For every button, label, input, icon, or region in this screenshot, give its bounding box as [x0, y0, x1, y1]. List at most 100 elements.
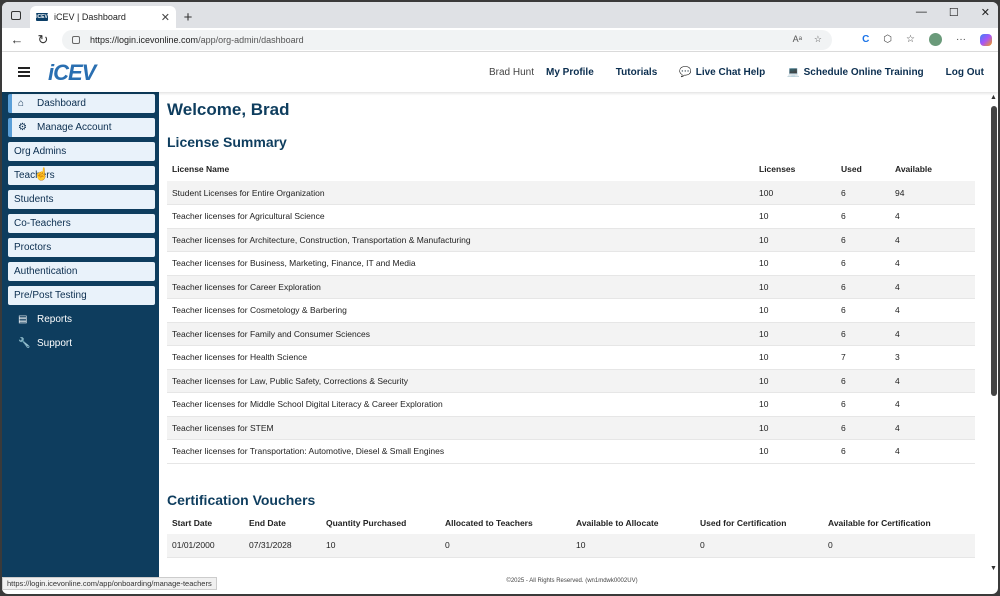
table-cell: 0 — [823, 533, 975, 558]
table-row: 01/01/2000 07/31/2028 10 0 10 0 0 — [167, 533, 975, 558]
table-cell: 01/01/2000 — [167, 533, 244, 558]
table-cell: 10 — [754, 345, 836, 370]
column-header: License Name — [172, 164, 230, 174]
table-cell: 10 — [754, 416, 836, 440]
table-cell: 10 — [754, 392, 836, 417]
table-cell: Teacher licenses for Middle School Digit… — [167, 392, 754, 417]
table-row: Teacher licenses for Agricultural Scienc… — [167, 204, 975, 229]
table-cell: 4 — [890, 298, 975, 323]
maximize-icon[interactable]: ☐ — [949, 6, 959, 19]
url-input[interactable]: https://login.icevonline.com/app/org-adm… — [62, 29, 832, 50]
live-chat-link[interactable]: 💬 Live Chat Help — [679, 67, 765, 78]
table-cell: 6 — [836, 416, 890, 440]
table-row: Teacher licenses for Middle School Digit… — [167, 392, 975, 417]
extensions-icon[interactable]: ⬡ — [883, 34, 892, 45]
extension-c-icon[interactable]: C — [862, 34, 869, 45]
live-chat-label: Live Chat Help — [695, 66, 766, 78]
user-name: Brad Hunt — [488, 66, 534, 78]
table-row: Teacher licenses for Career Exploration 1… — [167, 275, 975, 299]
welcome-heading: Welcome, Brad — [167, 100, 290, 119]
table-cell: Teacher licenses for Business, Marketing… — [167, 251, 754, 276]
close-window-icon[interactable]: ✕ — [981, 6, 990, 19]
sidebar-item-co-teachers[interactable]: Co-Teachers — [8, 214, 155, 233]
favorites-icon[interactable]: ☆ — [906, 34, 915, 45]
tutorials-link[interactable]: Tutorials — [616, 67, 657, 78]
sidebar-item-authentication[interactable]: Authentication — [8, 262, 155, 281]
scroll-up-icon[interactable]: ▲ — [990, 94, 997, 101]
sidebar-item-dashboard[interactable]: ⌂ Dashboard — [8, 94, 155, 113]
table-cell: 6 — [836, 251, 890, 276]
column-header: Used for Certification — [700, 517, 787, 528]
table-cell: Student Licenses for Entire Organization — [167, 181, 754, 205]
app-header: iCEV Brad Hunt My Profile Tutorials 💬 Liv… — [2, 52, 998, 92]
license-table: License Name Licenses Used Available Studen… — [167, 164, 975, 464]
read-aloud-icon[interactable]: Aᵃ — [793, 34, 802, 45]
new-tab-button[interactable]: + — [176, 6, 200, 28]
my-profile-link[interactable]: My Profile — [546, 67, 594, 78]
column-header: Available to Allocate — [576, 517, 659, 528]
table-cell: 4 — [890, 439, 975, 464]
logout-link[interactable]: Log Out — [946, 67, 984, 78]
table-cell: 4 — [890, 275, 975, 299]
profile-avatar[interactable] — [929, 33, 942, 46]
table-cell: 10 — [754, 204, 836, 229]
table-cell: 0 — [440, 533, 571, 558]
header-nav: Brad Hunt My Profile Tutorials 💬 Live Cha… — [489, 52, 984, 92]
sidebar: ⌂ Dashboard ⚙ Manage Account Org Admins Te… — [2, 90, 159, 578]
table-cell: 0 — [695, 533, 823, 558]
copilot-icon[interactable] — [980, 33, 992, 46]
home-icon: ⌂ — [18, 98, 25, 109]
table-cell: 6 — [836, 298, 890, 323]
table-row: Teacher licenses for Architecture, Const… — [167, 228, 975, 252]
sidebar-item-label: Proctors — [14, 242, 52, 253]
sidebar-item-teachers[interactable]: Teachers ☝ — [8, 166, 155, 185]
site-info-icon[interactable] — [72, 35, 80, 44]
browser-tab[interactable]: iCEV iCEV | Dashboard ✕ — [30, 6, 176, 28]
sidebar-item-label: Manage Account — [37, 122, 112, 133]
icev-logo[interactable]: iCEV — [48, 60, 96, 86]
table-cell: Teacher licenses for Career Exploration — [167, 275, 754, 299]
sidebar-item-org-admins[interactable]: Org Admins — [8, 142, 155, 161]
tab-actions-icon — [11, 10, 21, 20]
table-cell: 10 — [754, 369, 836, 393]
logo-text: iCEV — [48, 60, 96, 85]
table-cell: 6 — [836, 392, 890, 417]
schedule-training-link[interactable]: 💻 Schedule Online Training — [787, 67, 923, 78]
minimize-icon[interactable]: — — [916, 6, 927, 19]
sidebar-item-manage-account[interactable]: ⚙ Manage Account — [8, 118, 155, 137]
tab-actions-button[interactable] — [2, 2, 30, 28]
window-controls: — ☐ ✕ — [916, 6, 990, 19]
table-cell: 10 — [571, 533, 695, 558]
sidebar-item-pre-post-testing[interactable]: Pre/Post Testing — [8, 286, 155, 305]
more-menu-icon[interactable]: ··· — [956, 34, 966, 45]
sidebar-item-support[interactable]: 🔧 Support — [8, 334, 155, 353]
page-scrollbar[interactable]: ▲ ▼ — [990, 94, 998, 572]
chat-icon: 💬 — [679, 66, 692, 78]
table-row: Teacher licenses for Health Science 10 7 3 — [167, 345, 975, 370]
schedule-training-label: Schedule Online Training — [803, 66, 924, 78]
table-cell: Teacher licenses for Family and Consumer… — [167, 322, 754, 346]
license-summary-heading: License Summary — [167, 134, 287, 150]
table-cell: Teacher licenses for Law, Public Safety,… — [167, 369, 754, 393]
favorite-star-icon[interactable]: ☆ — [814, 34, 822, 45]
tab-close-icon[interactable]: ✕ — [161, 11, 170, 24]
sidebar-item-label: Org Admins — [14, 146, 67, 157]
scrollbar-thumb[interactable] — [991, 106, 997, 396]
back-icon[interactable]: ← — [6, 32, 28, 47]
sidebar-item-reports[interactable]: ▤ Reports — [8, 310, 155, 329]
hamburger-menu-icon[interactable] — [18, 67, 30, 77]
table-cell: 10 — [754, 298, 836, 323]
url-path: /app/org-admin/dashboard — [198, 34, 304, 45]
table-row: Teacher licenses for Cosmetology & Barbe… — [167, 298, 975, 323]
table-cell: 6 — [836, 275, 890, 299]
account-settings-icon: ⚙ — [18, 122, 27, 133]
tab-title: iCEV | Dashboard — [54, 12, 126, 22]
scroll-down-icon[interactable]: ▼ — [990, 565, 997, 572]
table-cell: Teacher licenses for STEM — [167, 416, 754, 440]
sidebar-item-students[interactable]: Students — [8, 190, 155, 209]
sidebar-item-proctors[interactable]: Proctors — [8, 238, 155, 257]
table-cell: 4 — [890, 204, 975, 229]
table-cell: 4 — [890, 392, 975, 417]
table-cell: 6 — [836, 181, 890, 205]
refresh-icon[interactable]: ↻ — [32, 32, 54, 48]
